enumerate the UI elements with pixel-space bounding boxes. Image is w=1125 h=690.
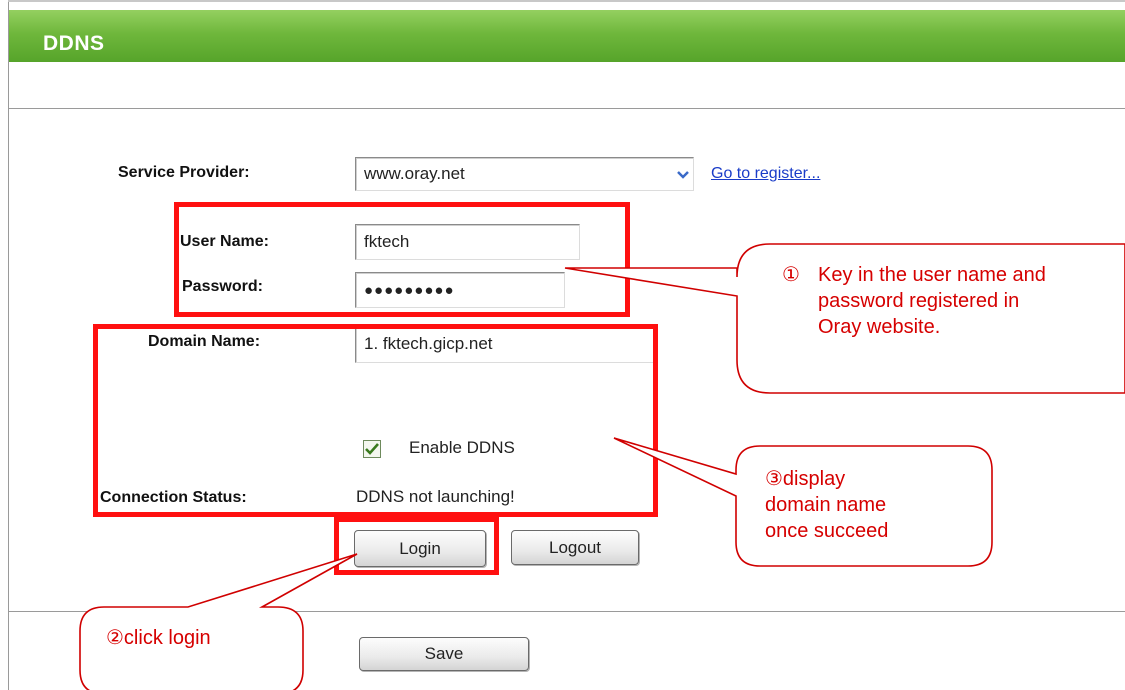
callout-3-line: once succeed [765,520,889,542]
callout-3-text: ③display domain name once succeed [765,466,888,544]
callout-2-text: ②click login [106,627,211,649]
callout-1-marker: ① [782,264,800,286]
callout-3-line: domain name [765,494,887,516]
callout-1-text: Key in the user name and password regist… [818,262,1046,340]
callout-1-line: Oray website. [818,316,941,338]
annotation-callouts [79,243,1125,690]
callout-2-bubble [79,553,358,690]
callout-3-line: ③display [765,468,846,490]
callout-1-line: password registered in [818,290,1020,312]
callout-1-line: Key in the user name and [818,264,1046,286]
